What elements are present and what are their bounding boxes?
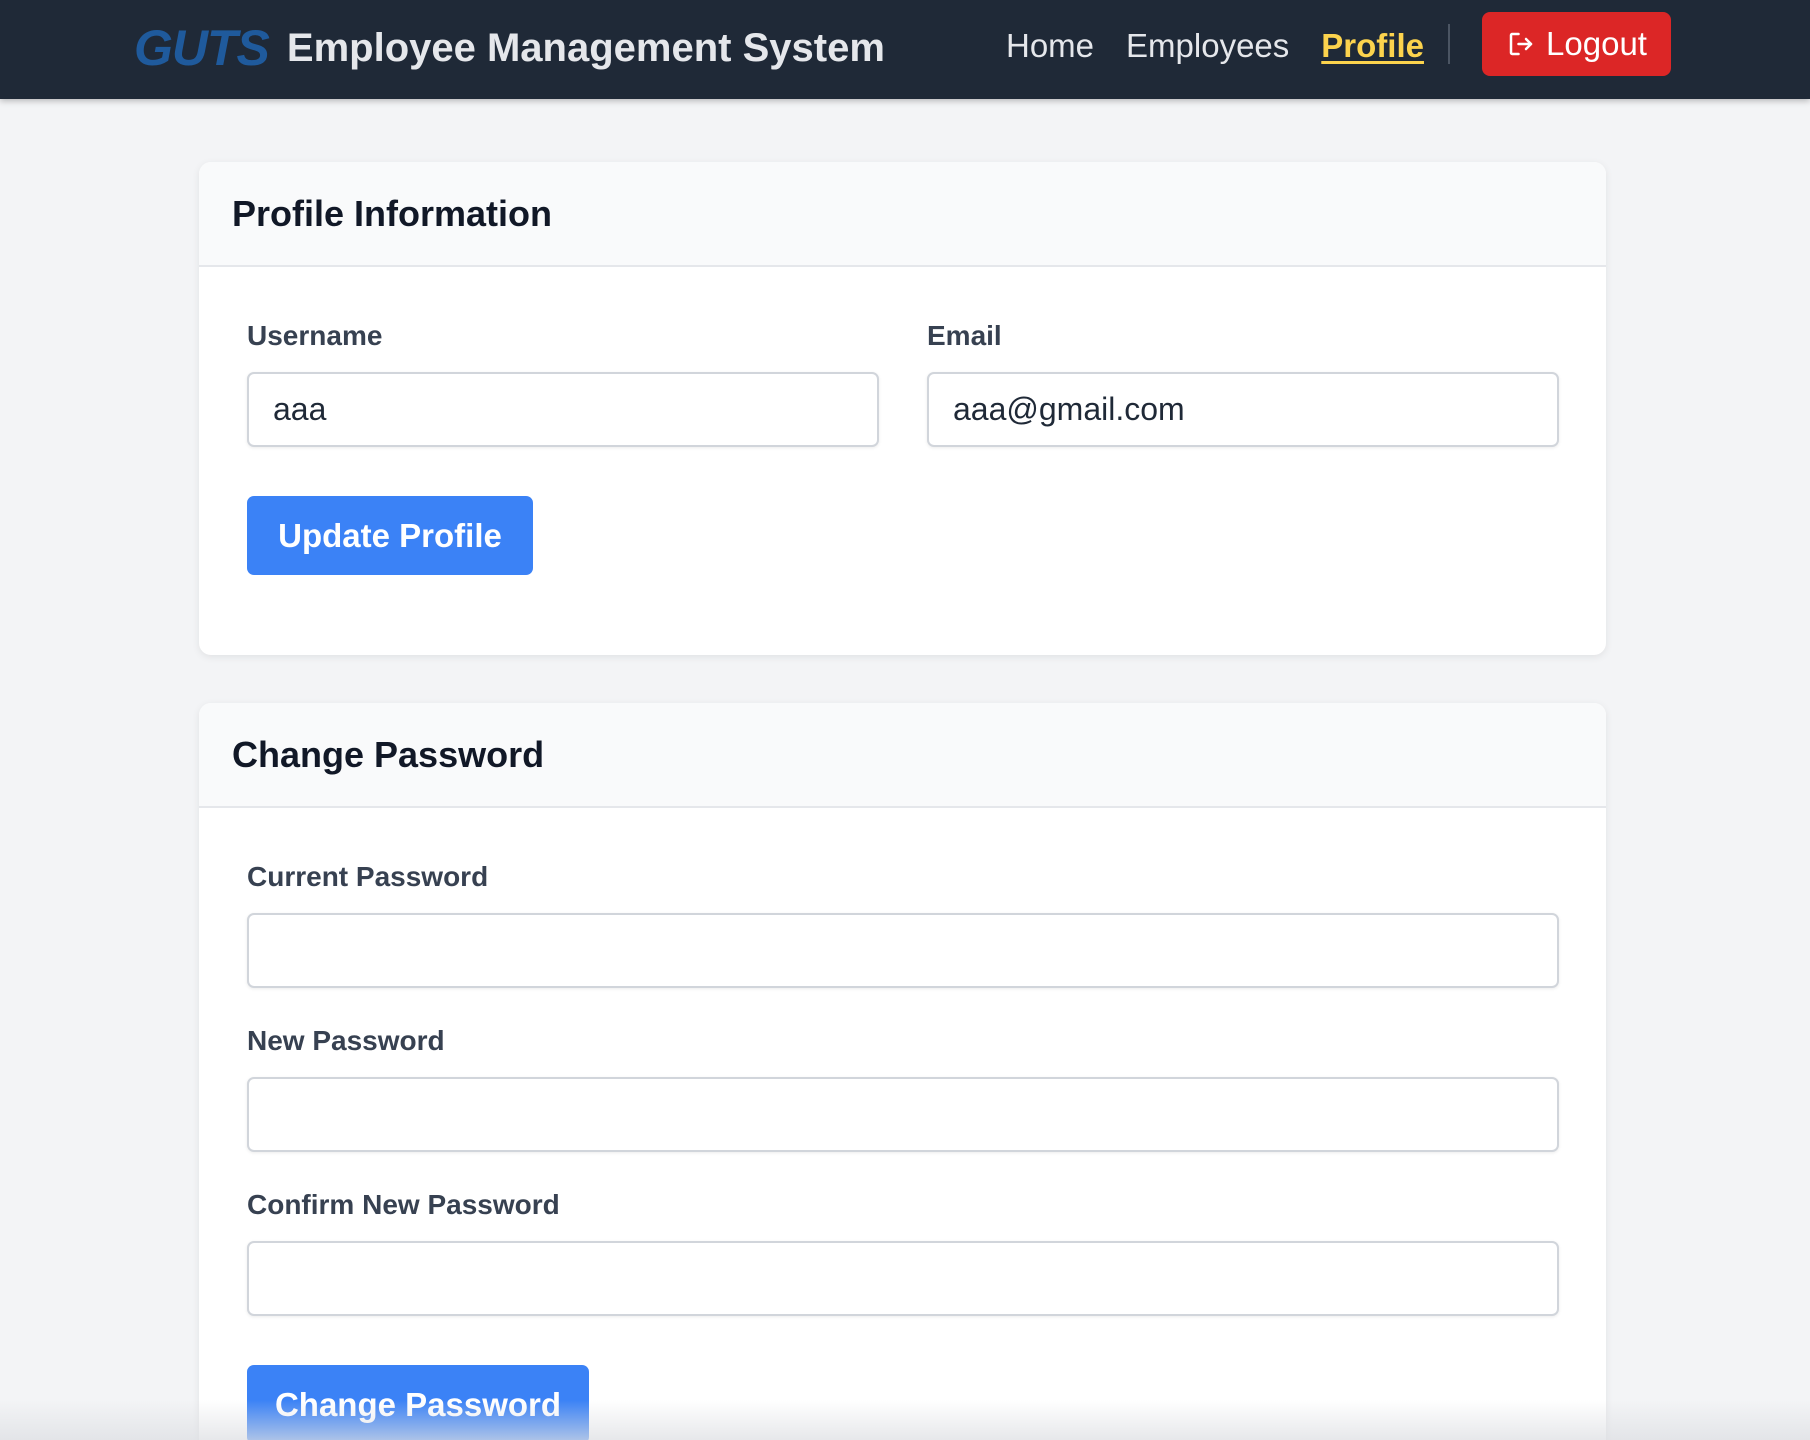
logout-icon xyxy=(1509,32,1533,56)
new-password-label: New Password xyxy=(247,1025,445,1056)
nav-link-employees[interactable]: Employees xyxy=(1126,29,1289,62)
username-label: Username xyxy=(247,320,383,351)
logout-button[interactable]: Logout xyxy=(1482,12,1671,76)
logout-label: Logout xyxy=(1546,25,1647,62)
nav-link-profile[interactable]: Profile xyxy=(1321,29,1424,62)
change-password-button[interactable]: Change Password xyxy=(247,1365,589,1440)
nav-link-home[interactable]: Home xyxy=(1006,29,1094,62)
navbar: GUTS Employee Management System Home Emp… xyxy=(0,0,1810,99)
current-password-input[interactable] xyxy=(247,913,1559,988)
new-password-input[interactable] xyxy=(247,1077,1559,1152)
nav-divider xyxy=(1448,24,1450,64)
username-input[interactable] xyxy=(247,372,879,447)
email-input[interactable] xyxy=(927,372,1559,447)
nav-links: Home Employees Profile xyxy=(1006,24,1456,66)
update-profile-button[interactable]: Update Profile xyxy=(247,496,533,575)
current-password-label: Current Password xyxy=(247,861,489,892)
brand[interactable]: GUTS Employee Management System xyxy=(134,18,885,78)
brand-title: Employee Management System xyxy=(286,26,885,70)
change-password-title: Change Password xyxy=(232,733,545,775)
change-password-header: Change Password xyxy=(199,703,1606,808)
email-label: Email xyxy=(927,320,1002,351)
guts-logo: GUTS xyxy=(134,20,270,76)
confirm-password-input[interactable] xyxy=(247,1241,1559,1316)
change-password-card: Change Password Current Password New Pas… xyxy=(199,703,1606,1440)
profile-info-header: Profile Information xyxy=(199,162,1606,267)
confirm-password-label: Confirm New Password xyxy=(247,1189,560,1220)
profile-info-title: Profile Information xyxy=(232,192,553,234)
profile-info-card: Profile Information Username Email Updat… xyxy=(199,162,1606,655)
